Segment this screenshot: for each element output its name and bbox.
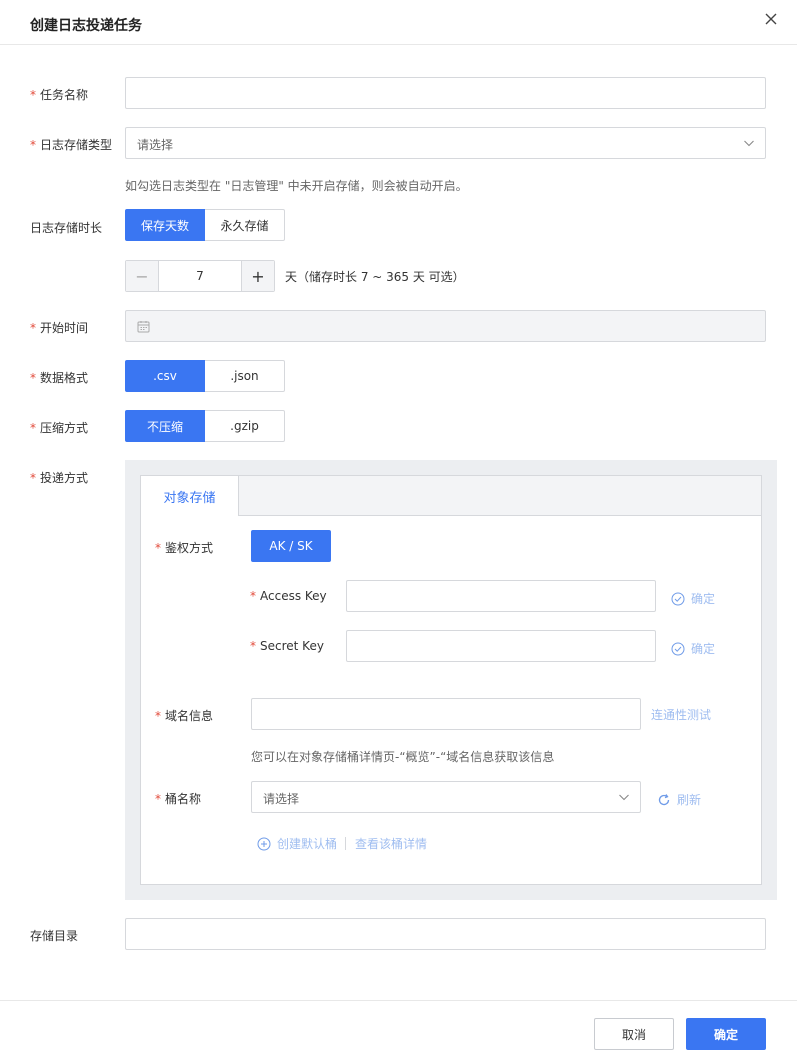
- dialog-header: 创建日志投递任务: [0, 0, 797, 45]
- increment-button[interactable]: +: [241, 261, 274, 291]
- check-circle-icon: [671, 642, 685, 655]
- start-time-input[interactable]: [125, 310, 766, 342]
- compression-toggle: 不压缩 .gzip: [125, 410, 285, 442]
- plus-circle-icon: [257, 837, 271, 850]
- refresh-icon: [658, 793, 670, 805]
- auth-label: * 鉴权方式: [155, 541, 214, 555]
- directory-label: 存储目录: [30, 929, 79, 943]
- bucket-select[interactable]: 请选择: [251, 781, 641, 813]
- link-divider: [345, 837, 346, 850]
- decrement-button[interactable]: −: [126, 261, 159, 291]
- format-option-json[interactable]: .json: [205, 360, 285, 392]
- log-type-hint: 如勾选日志类型在 "日志管理" 中未开启存储，则会被自动开启。: [125, 179, 468, 193]
- domain-label: * 域名信息: [155, 709, 214, 723]
- compression-option-gzip[interactable]: .gzip: [205, 410, 285, 442]
- calendar-icon: [137, 321, 150, 333]
- log-type-placeholder: 请选择: [137, 138, 174, 152]
- log-type-select[interactable]: 请选择: [125, 127, 766, 159]
- tab-object-storage[interactable]: 对象存储: [141, 476, 239, 516]
- close-icon[interactable]: [762, 10, 780, 28]
- create-default-bucket-link[interactable]: 创建默认桶: [257, 835, 337, 852]
- retention-label: 日志存储时长: [30, 221, 103, 235]
- task-name-label: * 任务名称: [30, 88, 89, 102]
- chevron-down-icon: [744, 140, 754, 147]
- retention-toggle: 保存天数 永久存储: [125, 209, 285, 241]
- delivery-card: 对象存储: [140, 475, 762, 885]
- dialog-footer: 取消 确定: [0, 1000, 797, 1064]
- directory-input[interactable]: [125, 918, 766, 950]
- domain-hint: 您可以在对象存储桶详情页-“概览”-“域名信息获取该信息: [251, 750, 555, 764]
- data-format-toggle: .csv .json: [125, 360, 285, 392]
- access-key-confirm[interactable]: 确定: [671, 590, 715, 607]
- domain-input[interactable]: [251, 698, 641, 730]
- secret-key-label: * Secret Key: [250, 639, 324, 653]
- dialog-title: 创建日志投递任务: [30, 18, 142, 34]
- days-value[interactable]: 7: [159, 261, 241, 291]
- secret-key-input[interactable]: [346, 630, 656, 662]
- refresh-link[interactable]: 刷新: [657, 791, 701, 808]
- delivery-label: * 投递方式: [30, 471, 89, 485]
- log-type-label: * 日志存储类型: [30, 138, 113, 152]
- connectivity-test-link[interactable]: 连通性测试: [651, 706, 711, 723]
- days-stepper: − 7 +: [125, 260, 275, 292]
- auth-aksk-button[interactable]: AK / SK: [251, 530, 331, 562]
- access-key-label: * Access Key: [250, 589, 327, 603]
- retention-option-days[interactable]: 保存天数: [125, 209, 205, 241]
- delivery-tabbar: 对象存储: [141, 476, 761, 516]
- task-name-input[interactable]: [125, 77, 766, 109]
- bucket-label: * 桶名称: [155, 792, 202, 806]
- bucket-placeholder: 请选择: [263, 792, 300, 806]
- check-circle-icon: [671, 592, 685, 605]
- secret-key-confirm[interactable]: 确定: [671, 640, 715, 657]
- retention-option-permanent[interactable]: 永久存储: [205, 209, 285, 241]
- cancel-button[interactable]: 取消: [594, 1018, 674, 1050]
- data-format-label: * 数据格式: [30, 371, 89, 385]
- compression-label: * 压缩方式: [30, 421, 89, 435]
- view-bucket-details-link[interactable]: 查看该桶详情: [355, 835, 427, 852]
- chevron-down-icon: [619, 794, 629, 801]
- days-range-hint: 天（储存时长 7 ~ 365 天 可选）: [285, 270, 465, 284]
- access-key-input[interactable]: [346, 580, 656, 612]
- compression-option-none[interactable]: 不压缩: [125, 410, 205, 442]
- start-time-label: * 开始时间: [30, 321, 89, 335]
- format-option-csv[interactable]: .csv: [125, 360, 205, 392]
- confirm-button[interactable]: 确定: [686, 1018, 766, 1050]
